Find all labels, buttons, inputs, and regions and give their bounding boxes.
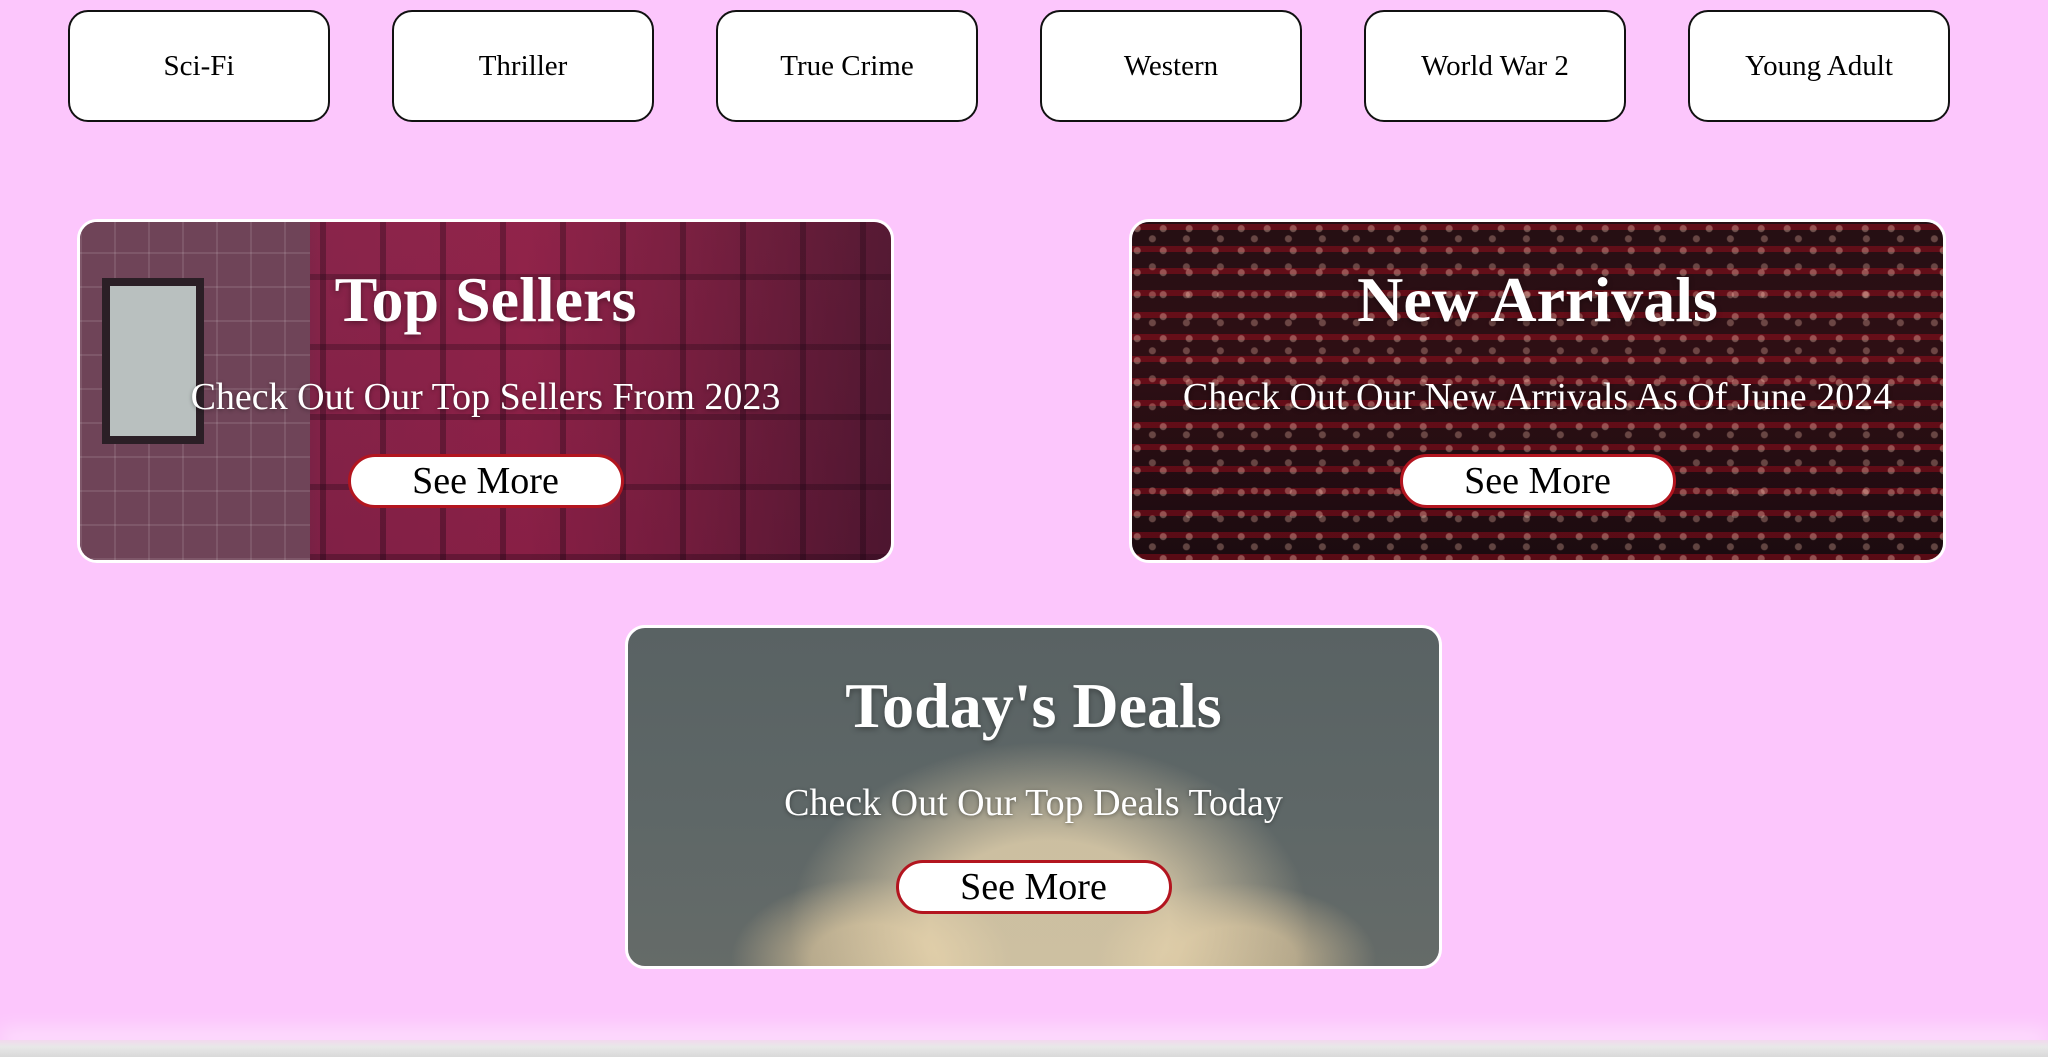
todays-deals-title: Today's Deals — [845, 670, 1222, 741]
new-arrivals-see-more-button[interactable]: See More — [1399, 454, 1676, 508]
top-sellers-card: Top Sellers Check Out Our Top Sellers Fr… — [77, 219, 894, 563]
top-sellers-subtitle: Check Out Our Top Sellers From 2023 — [190, 376, 781, 418]
new-arrivals-card: New Arrivals Check Out Our New Arrivals … — [1129, 219, 1946, 563]
new-arrivals-content: New Arrivals Check Out Our New Arrivals … — [1132, 222, 1943, 560]
genre-button-world-war-2[interactable]: World War 2 — [1364, 10, 1626, 122]
todays-deals-subtitle: Check Out Our Top Deals Today — [784, 782, 1283, 824]
todays-deals-content: Today's Deals Check Out Our Top Deals To… — [628, 628, 1439, 966]
genre-button-true-crime[interactable]: True Crime — [716, 10, 978, 122]
todays-deals-card: Today's Deals Check Out Our Top Deals To… — [625, 625, 1442, 969]
new-arrivals-title: New Arrivals — [1357, 264, 1718, 335]
todays-deals-see-more-button[interactable]: See More — [895, 860, 1172, 914]
top-sellers-title: Top Sellers — [334, 264, 637, 335]
genre-button-western[interactable]: Western — [1040, 10, 1302, 122]
genre-button-thriller[interactable]: Thriller — [392, 10, 654, 122]
top-sellers-see-more-button[interactable]: See More — [347, 454, 624, 508]
window-bottom-edge — [0, 1040, 2048, 1057]
genre-button-sci-fi[interactable]: Sci-Fi — [68, 10, 330, 122]
genre-button-young-adult[interactable]: Young Adult — [1688, 10, 1950, 122]
top-sellers-content: Top Sellers Check Out Our Top Sellers Fr… — [80, 222, 891, 560]
new-arrivals-subtitle: Check Out Our New Arrivals As Of June 20… — [1182, 376, 1893, 418]
genre-button-row: Sci-Fi Thriller True Crime Western World… — [0, 0, 2048, 130]
